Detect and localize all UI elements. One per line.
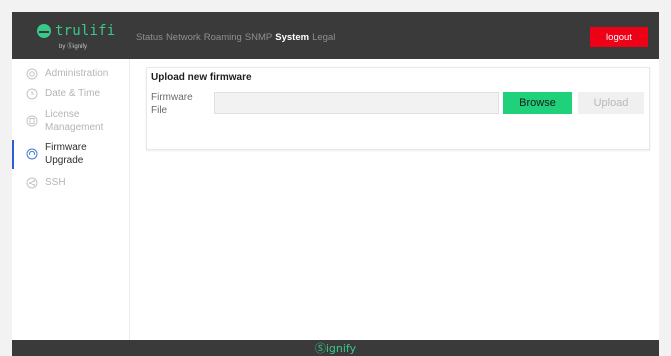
footer: Ⓢignify: [12, 340, 659, 356]
nav-network[interactable]: Network: [166, 32, 201, 43]
firmware-file-field[interactable]: [214, 92, 499, 114]
sidebar-item-license-management[interactable]: License Management: [12, 108, 130, 134]
firmware-file-label: Firmware File: [151, 92, 193, 116]
signify-logo: Ⓢignify: [314, 342, 357, 355]
upload-button[interactable]: Upload: [578, 92, 644, 114]
trulifi-logo-icon: [37, 24, 51, 38]
clock-icon: [26, 88, 38, 100]
nav-snmp[interactable]: SNMP: [245, 32, 272, 43]
sidebar-item-ssh[interactable]: SSH: [12, 176, 130, 189]
app-frame: trulifi by Ⓢignify Status Network Roamin…: [12, 12, 659, 356]
gear-icon: [26, 68, 38, 80]
share-icon: [26, 177, 38, 189]
nav-system[interactable]: System: [275, 32, 309, 43]
license-icon: [26, 115, 38, 127]
brand-name: trulifi: [55, 23, 116, 39]
sidebar-item-label: License Management: [45, 109, 104, 133]
trulifi-logo[interactable]: trulifi by Ⓢignify: [37, 23, 115, 50]
card-title: Upload new firmware: [151, 72, 252, 83]
sidebar: Administration Date & Time License Manag…: [12, 59, 130, 340]
sidebar-item-label: Administration: [45, 68, 109, 79]
sidebar-item-label: SSH: [45, 177, 66, 188]
sidebar-item-firmware-upgrade[interactable]: Firmware Upgrade: [12, 140, 130, 169]
brand-subtitle: by Ⓢignify: [59, 44, 88, 50]
nav-roaming[interactable]: Roaming: [204, 32, 242, 43]
browse-button[interactable]: Browse: [503, 92, 572, 114]
logout-button[interactable]: logout: [590, 27, 648, 47]
nav-status[interactable]: Status: [136, 32, 163, 43]
sidebar-item-label: Date & Time: [45, 88, 101, 99]
firmware-icon: [26, 148, 38, 160]
top-bar: trulifi by Ⓢignify Status Network Roamin…: [12, 12, 659, 59]
sidebar-item-administration[interactable]: Administration: [12, 67, 130, 80]
sidebar-item-label: Firmware Upgrade: [45, 142, 87, 166]
sidebar-item-date-time[interactable]: Date & Time: [12, 87, 130, 100]
firmware-upload-card: Upload new firmware Firmware File Browse…: [146, 67, 650, 150]
top-nav: Status Network Roaming SNMP System Legal: [136, 32, 338, 43]
nav-legal[interactable]: Legal: [312, 32, 335, 43]
